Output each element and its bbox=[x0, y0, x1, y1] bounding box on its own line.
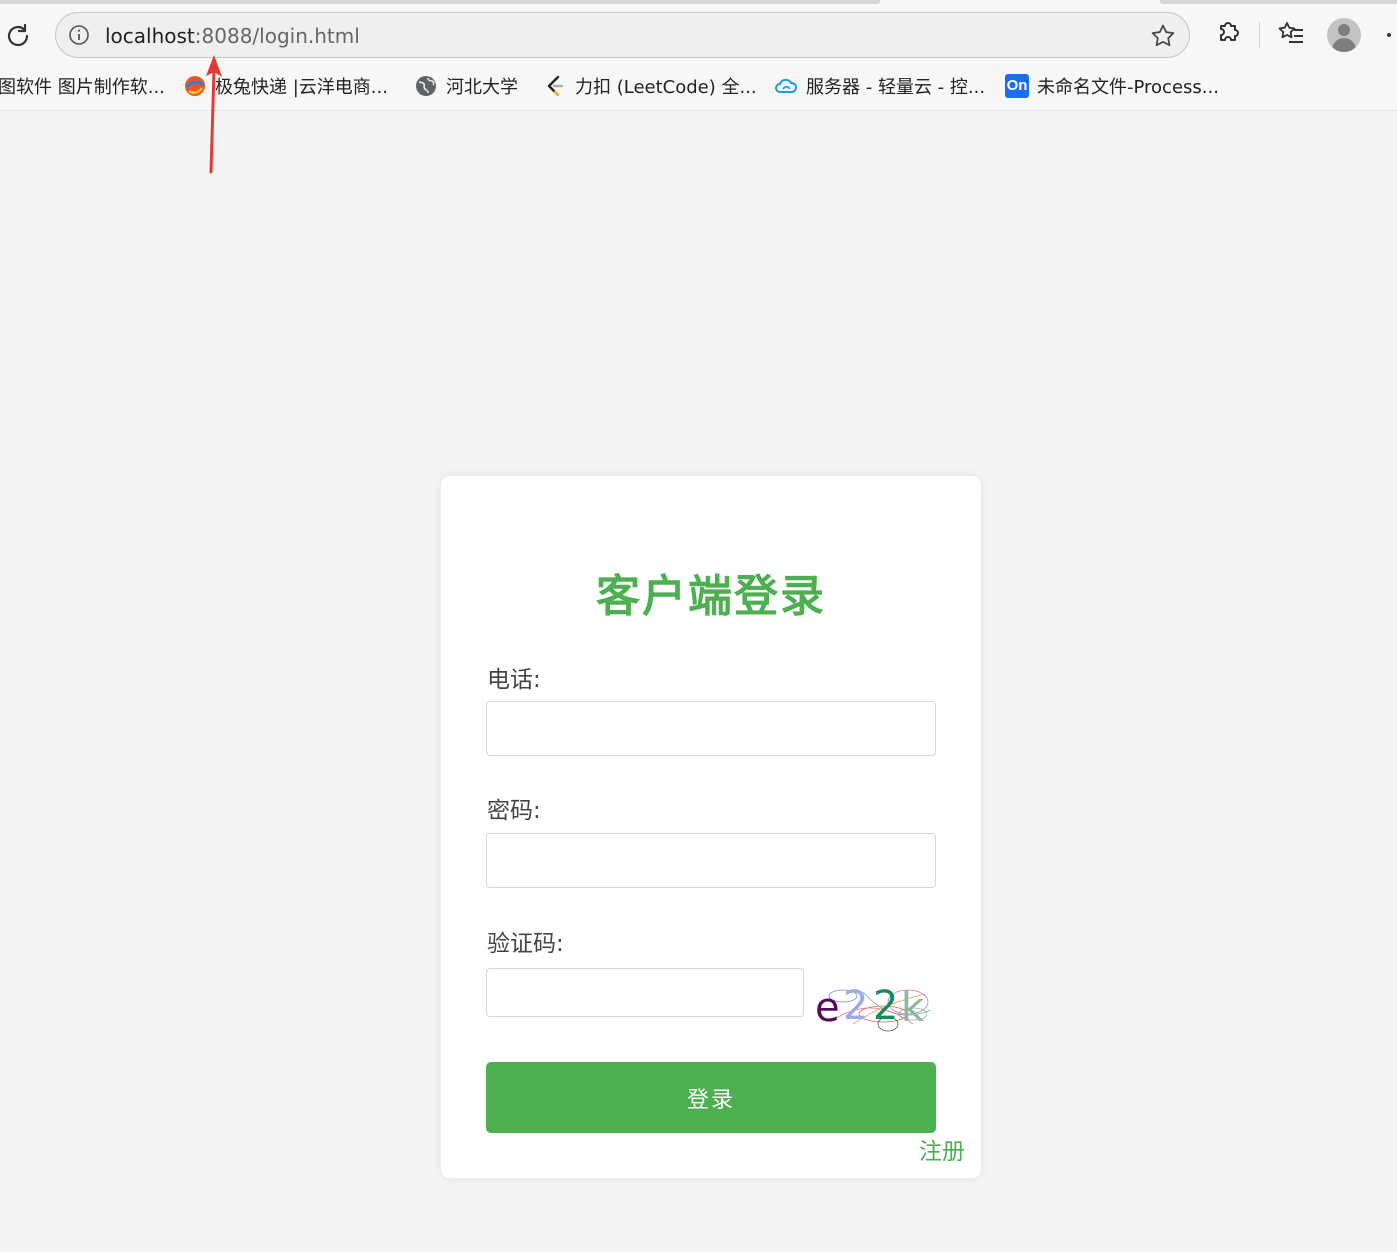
bookmark-item[interactable]: On 未命名文件-Process... bbox=[1005, 68, 1219, 104]
password-input[interactable] bbox=[486, 833, 936, 888]
more-menu-icon[interactable] bbox=[1387, 33, 1391, 37]
tab-strip-edge bbox=[0, 0, 880, 4]
captcha-char: e bbox=[815, 985, 840, 1031]
info-icon[interactable] bbox=[68, 24, 90, 46]
captcha-input[interactable] bbox=[486, 968, 804, 1017]
globe-icon bbox=[416, 76, 436, 96]
bookmark-label: 力扣 (LeetCode) 全... bbox=[575, 77, 757, 98]
leetcode-icon bbox=[547, 75, 564, 97]
login-button[interactable]: 登录 bbox=[486, 1062, 936, 1133]
reload-icon[interactable] bbox=[4, 22, 32, 50]
favorite-star-icon[interactable] bbox=[1149, 22, 1177, 50]
avatar-body bbox=[1332, 38, 1356, 52]
profile-avatar[interactable] bbox=[1327, 18, 1361, 52]
password-label: 密码: bbox=[487, 798, 541, 824]
bookmark-item[interactable]: 服务器 - 轻量云 - 控... bbox=[774, 68, 985, 104]
bookmark-label: 服务器 - 轻量云 - 控... bbox=[806, 77, 986, 98]
captcha-image[interactable]: e 2 2 k bbox=[813, 974, 937, 1034]
avatar-head bbox=[1338, 24, 1350, 36]
toolbar-separator bbox=[1259, 22, 1260, 48]
tab-strip-edge bbox=[1160, 0, 1397, 4]
login-card: 客户端登录 电话: 密码: 验证码: e 2 2 k 登录 注册 bbox=[441, 476, 981, 1178]
phone-label: 电话: bbox=[487, 667, 541, 693]
favorites-list-icon[interactable] bbox=[1276, 18, 1306, 48]
captcha-char: 2 bbox=[873, 983, 898, 1029]
annotation-arrow-icon bbox=[206, 55, 222, 174]
captcha-label: 验证码: bbox=[487, 931, 564, 957]
cloud-icon bbox=[775, 78, 798, 93]
url-text[interactable]: localhost:8088/login.html bbox=[105, 24, 360, 48]
phone-input[interactable] bbox=[486, 701, 936, 756]
bookmark-item[interactable]: 图软件 图片制作软... bbox=[0, 68, 165, 104]
register-link[interactable]: 注册 bbox=[919, 1132, 965, 1166]
processon-icon: On bbox=[1005, 74, 1029, 98]
login-title: 客户端登录 bbox=[596, 571, 826, 622]
bookmark-label: 图软件 图片制作软... bbox=[0, 77, 165, 98]
extensions-icon[interactable] bbox=[1215, 18, 1245, 48]
captcha-char: 2 bbox=[843, 983, 868, 1029]
bookmark-item[interactable]: 河北大学 bbox=[414, 68, 518, 104]
bookmark-label: 极兔快递 |云洋电商... bbox=[215, 77, 388, 98]
bookmark-label: 河北大学 bbox=[446, 77, 518, 98]
bookmark-label: 未命名文件-Process... bbox=[1037, 77, 1219, 98]
captcha-char: k bbox=[901, 985, 925, 1031]
bookmark-item[interactable]: 力扣 (LeetCode) 全... bbox=[543, 68, 757, 104]
